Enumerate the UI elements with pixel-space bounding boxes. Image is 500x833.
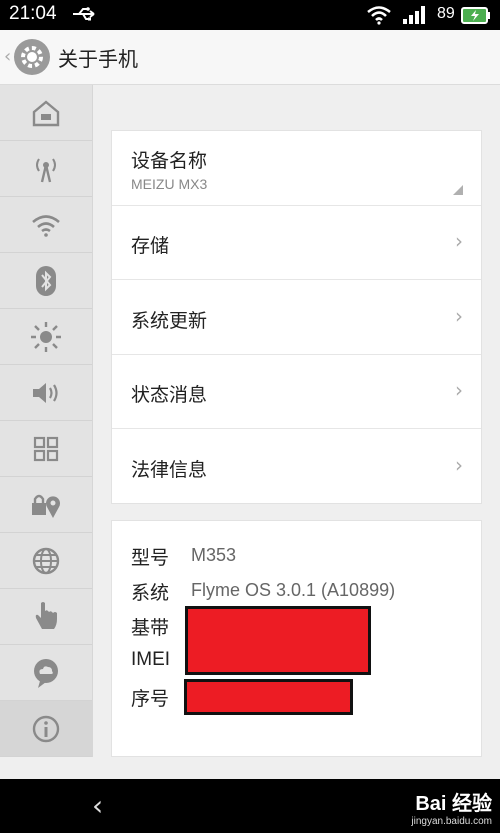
device-name-row[interactable]: 设备名称 MEIZU MX3: [112, 131, 481, 206]
about-menu-card: 设备名称 MEIZU MX3 存储 › 系统更新 › 状态消息 › 法律信息 ›: [111, 130, 482, 504]
model-value: M353: [191, 545, 237, 565]
wifi-icon: [32, 214, 60, 237]
serial-label: 序号: [131, 688, 170, 710]
edit-corner-icon: [453, 185, 463, 195]
menu-item-label: 状态消息: [131, 384, 208, 406]
device-info-card: 型号 M353 系统 Flyme OS 3.0.1 (A10899) 基带 IM…: [111, 520, 482, 757]
wifi-icon: [366, 5, 392, 29]
system-label: 系统: [131, 582, 170, 604]
sidebar-item-home[interactable]: [0, 85, 92, 141]
apps-grid-icon: [33, 436, 59, 461]
sidebar-item-wifi[interactable]: [0, 197, 92, 253]
status-bar: 21:04 89: [0, 0, 500, 30]
sidebar-item-security[interactable]: [0, 477, 92, 533]
cloud-chat-icon: [34, 658, 58, 688]
settings-sidebar: [0, 85, 93, 757]
sidebar-item-display[interactable]: [0, 309, 92, 365]
brightness-icon: [31, 321, 61, 352]
back-arrow-icon[interactable]: ‹: [92, 789, 103, 822]
chevron-right-icon: ›: [455, 229, 463, 253]
chevron-right-icon: ›: [455, 304, 463, 328]
info-icon: [32, 715, 60, 742]
sidebar-item-language[interactable]: [0, 533, 92, 589]
menu-item-status[interactable]: 状态消息 ›: [112, 354, 481, 429]
baseband-label: 基带: [131, 617, 170, 639]
system-nav-bar: ‹ Bai 经验 jingyan.baidu.com: [0, 779, 500, 833]
lock-location-icon: [32, 494, 60, 518]
menu-item-system-update[interactable]: 系统更新 ›: [112, 280, 481, 355]
device-name-label: 设备名称: [131, 150, 208, 172]
menu-item-storage[interactable]: 存储 ›: [112, 205, 481, 280]
antenna-icon: [36, 157, 56, 182]
sidebar-item-network[interactable]: [0, 141, 92, 197]
menu-item-label: 法律信息: [131, 459, 208, 481]
menu-item-label: 存储: [131, 235, 170, 257]
bluetooth-icon: [36, 265, 56, 296]
menu-item-legal[interactable]: 法律信息 ›: [112, 429, 481, 503]
sidebar-item-bluetooth[interactable]: [0, 253, 92, 309]
back-chevron-icon[interactable]: ‹: [4, 46, 11, 67]
page-title: 关于手机: [58, 47, 138, 71]
sidebar-item-sound[interactable]: [0, 365, 92, 421]
usb-icon: [72, 6, 98, 26]
gear-icon[interactable]: [14, 39, 50, 75]
watermark: Bai 经验 jingyan.baidu.com: [411, 787, 492, 827]
sidebar-item-about[interactable]: [0, 701, 92, 757]
signal-icon: [402, 5, 428, 29]
redaction-box-serial: [184, 679, 353, 715]
device-name-value: MEIZU MX3: [131, 176, 208, 192]
hand-gesture-icon: [35, 601, 57, 629]
chevron-right-icon: ›: [455, 453, 463, 477]
app-header: ‹ 关于手机: [0, 30, 500, 85]
watermark-url: jingyan.baidu.com: [411, 816, 492, 827]
status-time: 21:04: [9, 3, 57, 24]
home-icon: [32, 99, 60, 126]
sidebar-item-gestures[interactable]: [0, 589, 92, 645]
globe-icon: [32, 547, 60, 574]
battery-icon: [461, 7, 491, 28]
imei-label: IMEI: [131, 649, 171, 670]
menu-item-label: 系统更新: [131, 310, 208, 332]
battery-level: 89: [437, 5, 455, 22]
model-label: 型号: [131, 547, 170, 569]
volume-icon: [33, 382, 58, 403]
chevron-right-icon: ›: [455, 378, 463, 402]
redaction-box-baseband-imei: [185, 606, 371, 675]
sidebar-item-cloud[interactable]: [0, 645, 92, 701]
system-value: Flyme OS 3.0.1 (A10899): [191, 580, 396, 600]
watermark-logo: Bai 经验: [415, 793, 492, 815]
sidebar-item-apps[interactable]: [0, 421, 92, 477]
